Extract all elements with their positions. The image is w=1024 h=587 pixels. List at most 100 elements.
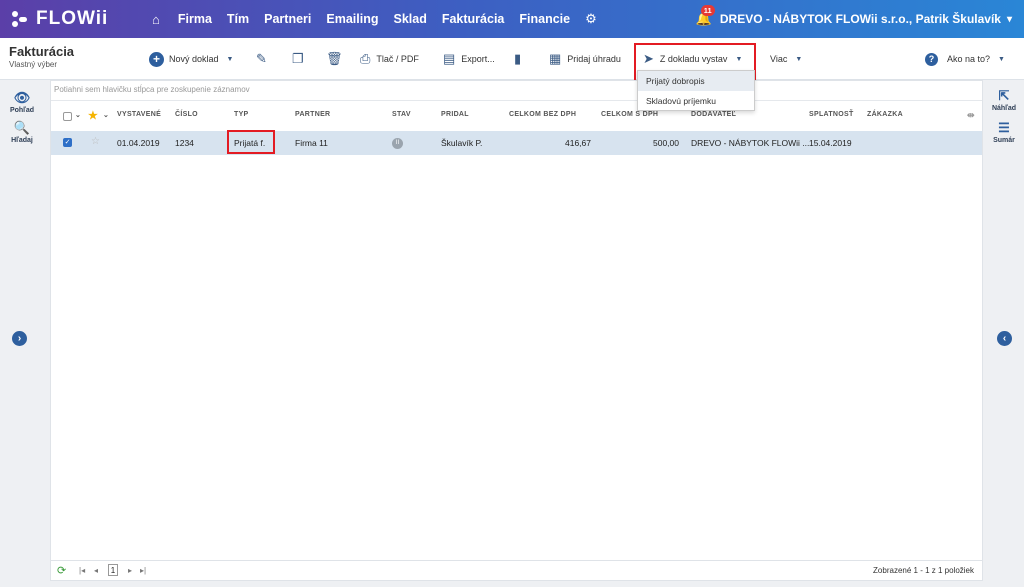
pagination-summary: Zobrazené 1 - 1 z 1 položiek <box>873 566 974 575</box>
chevron-down-icon[interactable]: ▾ <box>1007 14 1012 25</box>
group-by-hint[interactable]: Potiahni sem hlavičku stĺpca pre zoskupe… <box>51 81 982 101</box>
expand-left-panel-icon[interactable]: › <box>12 331 27 346</box>
toolbar: Fakturácia Vlastný výber + Nový doklad ▼… <box>0 38 1024 80</box>
caret-down-icon[interactable]: ▼ <box>998 56 1005 63</box>
cell-supplier: DREVO - NÁBYTOK FLOWii ... <box>691 138 810 148</box>
more-label: Viac <box>770 54 788 64</box>
col-type[interactable]: TYP <box>234 111 249 118</box>
bell-icon[interactable]: 🔔 11 <box>696 5 715 27</box>
cell-partner: Firma 11 <box>295 138 328 148</box>
export-label: Export... <box>461 54 495 64</box>
eye-icon: 👁 <box>13 90 31 105</box>
nav-emailing[interactable]: Emailing <box>326 12 378 26</box>
search-icon: 🔍 <box>13 120 31 135</box>
nav-partneri[interactable]: Partneri <box>264 12 311 26</box>
printer-icon: ⎙ <box>360 51 371 66</box>
cell-number: 1234 <box>175 138 194 148</box>
delete-button[interactable]: 🗑 <box>326 38 349 80</box>
user-name: DREVO - NÁBYTOK FLOWii s.r.o., Patrik Šk… <box>719 12 1001 26</box>
summary-label: Sumár <box>993 137 1015 144</box>
last-page-icon[interactable]: ▸| <box>140 566 146 575</box>
col-total-net[interactable]: CELKOM BEZ DPH <box>509 111 576 118</box>
first-page-icon[interactable]: |◂ <box>79 566 85 575</box>
add-payment-label: Pridaj úhradu <box>567 54 621 64</box>
col-partner[interactable]: PARTNER <box>295 111 330 118</box>
home-icon[interactable]: ⌂ <box>152 12 160 27</box>
chart-button[interactable]: ▮ <box>514 38 527 80</box>
cell-total-gross: 500,00 <box>653 138 679 148</box>
prev-page-icon[interactable]: ◂ <box>94 566 98 575</box>
more-button[interactable]: Viac ▼ <box>770 38 802 80</box>
grid-header: ⌄ ★ ⌄ VYSTAVENÉ ČÍSLO TYP PARTNER STAV P… <box>51 108 982 124</box>
help-icon: ? <box>925 52 938 66</box>
export-button[interactable]: ▤ Export... <box>443 38 495 80</box>
search-button[interactable]: 🔍 Hľadaj <box>2 120 42 144</box>
file-icon: ▤ <box>443 51 456 66</box>
copy-button[interactable]: ❐ <box>292 38 310 80</box>
search-label: Hľadaj <box>11 137 33 144</box>
row-checkbox[interactable]: ✓ <box>63 138 72 147</box>
caret-down-icon[interactable]: ▼ <box>795 56 802 63</box>
col-added-by[interactable]: PRIDAL <box>441 111 469 118</box>
new-document-label: Nový doklad <box>169 54 219 64</box>
bar-chart-icon: ▮ <box>514 51 522 66</box>
col-number[interactable]: ČÍSLO <box>175 111 198 118</box>
left-sidebar: 👁 Pohľad 🔍 Hľadaj › <box>0 80 44 587</box>
col-total-gross[interactable]: CELKOM S DPH <box>601 111 658 118</box>
star-icon[interactable]: ★ <box>88 109 98 122</box>
plus-icon: + <box>149 51 164 67</box>
select-all-checkbox[interactable] <box>63 112 72 121</box>
top-navigation-bar: FLOWii ⌂ Firma Tím Partneri Emailing Skl… <box>0 0 1024 38</box>
page-subtitle: Vlastný výber <box>9 60 58 69</box>
dropdown-option-stock-receipt[interactable]: Skladovú príjemku <box>638 91 754 111</box>
pencil-icon: ✎ <box>256 51 267 66</box>
preview-button[interactable]: ⇱ Náhľad <box>984 88 1024 112</box>
col-supplier[interactable]: DODÁVATEĽ <box>691 111 736 118</box>
right-sidebar: ⇱ Náhľad ☰ Sumár ‹ <box>984 80 1024 587</box>
view-label: Pohľad <box>9 107 35 114</box>
payment-icon: ▦ <box>549 51 562 66</box>
external-link-icon: ⇱ <box>998 88 1010 103</box>
logo-icon <box>10 9 30 29</box>
preview-label: Náhľad <box>991 105 1017 112</box>
help-button[interactable]: ? Ako na to? ▼ <box>925 38 1005 80</box>
user-menu[interactable]: 🔔 11 DREVO - NÁBYTOK FLOWii s.r.o., Patr… <box>696 0 1012 38</box>
column-chooser-icon[interactable]: ⇹ <box>967 110 975 121</box>
summary-button[interactable]: ☰ Sumár <box>984 120 1024 144</box>
table-row[interactable]: ✓ ☆ 01.04.2019 1234 Prijatá f. Firma 11 … <box>51 131 982 155</box>
nav-firma[interactable]: Firma <box>178 12 212 26</box>
notification-badge: 11 <box>700 5 715 16</box>
dropdown-option-credit-note[interactable]: Prijatý dobropis <box>638 71 754 91</box>
gear-icon[interactable]: ⚙ <box>585 11 597 27</box>
caret-down-icon[interactable]: ▼ <box>227 56 234 63</box>
invoice-grid: Potiahni sem hlavičku stĺpca pre zoskupe… <box>50 80 983 561</box>
nav-tim[interactable]: Tím <box>227 12 249 26</box>
view-button[interactable]: 👁 Pohľad <box>2 90 42 114</box>
chevron-down-icon[interactable]: ⌄ <box>75 111 81 119</box>
cell-added-by: Škulavík P. <box>441 138 483 148</box>
col-status[interactable]: STAV <box>392 111 411 118</box>
page-title-block: Fakturácia Vlastný výber <box>9 44 74 69</box>
print-pdf-button[interactable]: ⎙ Tlač / PDF <box>360 38 419 80</box>
add-payment-button[interactable]: ▦ Pridaj úhradu <box>549 38 621 80</box>
flowii-logo[interactable]: FLOWii <box>10 8 130 30</box>
copy-icon: ❐ <box>292 51 304 66</box>
nav-sklad[interactable]: Sklad <box>393 12 426 26</box>
cell-issued: 01.04.2019 <box>117 138 160 148</box>
page-number[interactable]: 1 <box>108 564 118 576</box>
star-outline-icon[interactable]: ☆ <box>91 136 100 147</box>
expand-right-panel-icon[interactable]: ‹ <box>997 331 1012 346</box>
chevron-down-icon[interactable]: ⌄ <box>103 111 109 119</box>
edit-button[interactable]: ✎ <box>256 38 273 80</box>
highlight-frame <box>227 130 275 154</box>
new-document-button[interactable]: + Nový doklad ▼ <box>149 38 233 80</box>
nav-financie[interactable]: Financie <box>519 12 570 26</box>
nav-fakturacia[interactable]: Fakturácia <box>442 12 505 26</box>
col-issued[interactable]: VYSTAVENÉ <box>117 111 161 118</box>
cell-total-net: 416,67 <box>565 138 591 148</box>
next-page-icon[interactable]: ▸ <box>128 566 132 575</box>
grid-footer: ⟳ |◂ ◂ 1 ▸ ▸| Zobrazené 1 - 1 z 1 položi… <box>50 561 983 581</box>
refresh-icon[interactable]: ⟳ <box>57 564 66 577</box>
col-order[interactable]: ZÁKAZKA <box>867 111 903 118</box>
col-due[interactable]: SPLATNOSŤ <box>809 111 854 118</box>
